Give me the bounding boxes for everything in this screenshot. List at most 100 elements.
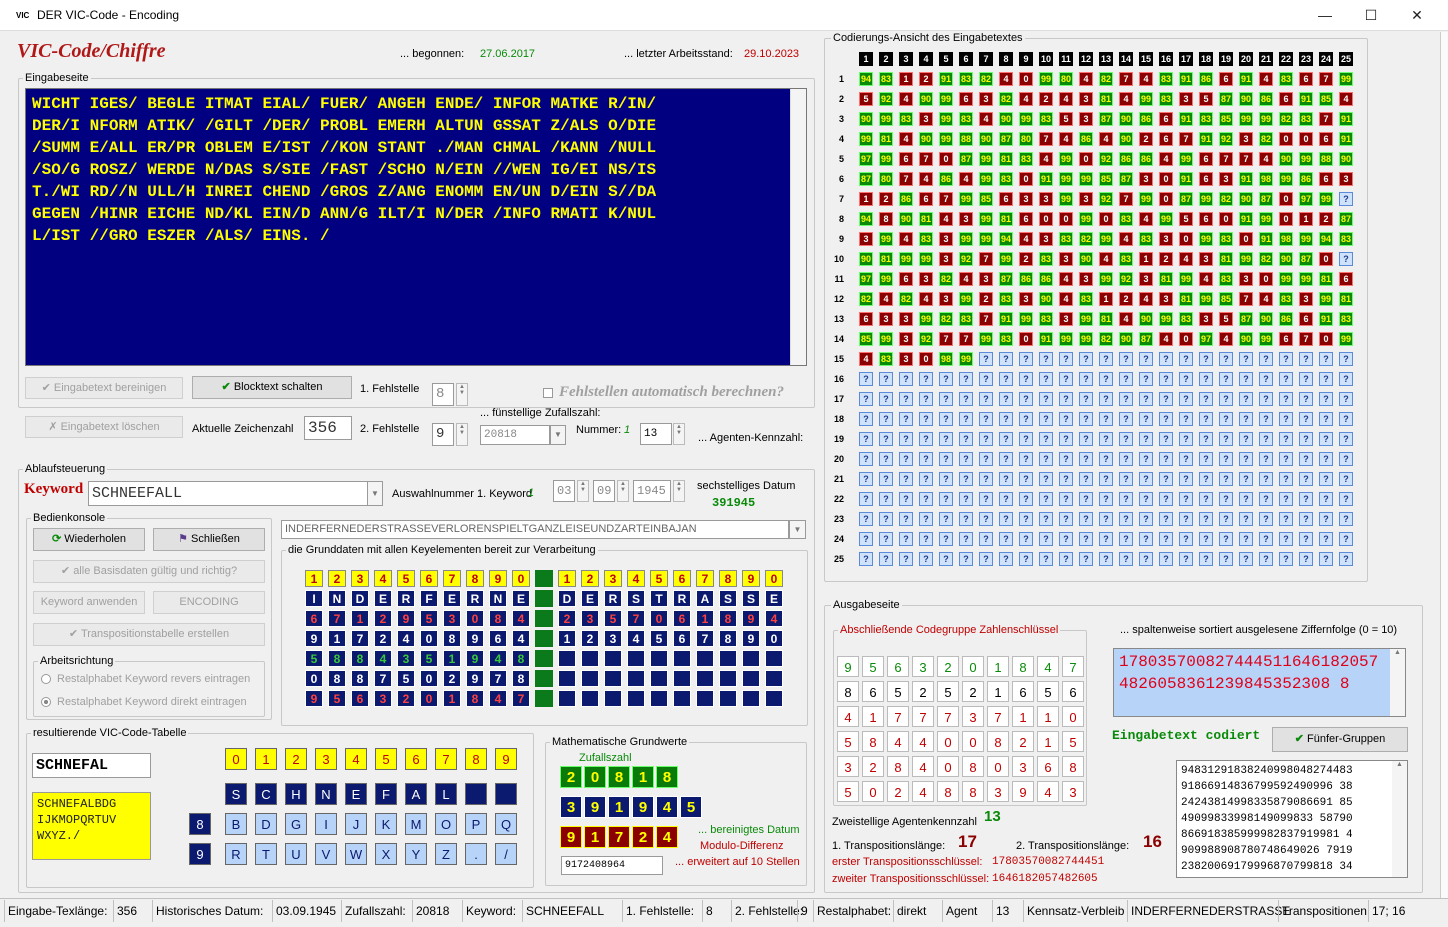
coding-cell: 90 xyxy=(1279,152,1293,166)
five-groups-textarea[interactable]: 94831291838240998048274483 91866914836799… xyxy=(1176,760,1408,878)
error2-spinner[interactable]: ▲ ▼ xyxy=(456,423,468,446)
chevron-down-icon[interactable]: ▼ xyxy=(550,425,566,445)
delete-input-button[interactable]: ✗ Eingabetext löschen xyxy=(25,416,183,438)
clean-input-button[interactable]: ✔ Eingabetext bereinigen xyxy=(25,377,183,399)
unknown-cell: ? xyxy=(1279,352,1293,366)
basedata-cell: 0 xyxy=(420,690,438,707)
final-cell: 3 xyxy=(912,656,934,677)
coding-cell: 4 xyxy=(1039,152,1053,166)
random-combo[interactable]: 20818 xyxy=(480,425,550,445)
basedata-cell: 7 xyxy=(443,570,461,587)
input-scrollbar[interactable] xyxy=(790,89,806,365)
unknown-cell: ? xyxy=(1299,552,1313,566)
unknown-cell: ? xyxy=(1299,452,1313,466)
error1-spinner[interactable]: ▲ ▼ xyxy=(456,383,468,406)
date-code: 391945 xyxy=(712,496,756,510)
coding-cell: 0 xyxy=(1079,152,1093,166)
radio-direct[interactable]: Restalphabet Keyword direkt eintragen xyxy=(41,696,247,708)
agent-field[interactable]: 13 xyxy=(640,423,672,445)
date-day-spinner[interactable]: ▲ ▼ xyxy=(577,480,589,502)
keyword-combo[interactable]: SCHNEEFALL xyxy=(88,481,368,506)
victable-keyword: SCHNEFAL xyxy=(32,753,151,778)
basedata-cell xyxy=(673,650,691,667)
unknown-cell: ? xyxy=(1179,512,1193,526)
auto-error-checkbox[interactable]: Fehlstellen automatisch berechnen? xyxy=(543,384,784,401)
create-transposition-button[interactable]: ✔ Transpositionstabelle erstellen xyxy=(33,623,265,646)
t1-value: 17 xyxy=(958,832,977,851)
coding-cell: 82 xyxy=(1259,252,1273,266)
basedata-cell: 2 xyxy=(558,610,576,627)
unknown-cell: ? xyxy=(1199,412,1213,426)
final-cell: 7 xyxy=(887,706,909,727)
groups-scrollbar[interactable]: ▲ xyxy=(1392,761,1407,877)
agent-spinner[interactable]: ▲ ▼ xyxy=(673,423,685,445)
coding-header-cell: 18 xyxy=(1199,52,1213,66)
unknown-cell: ? xyxy=(1219,432,1233,446)
coding-cell: 99 xyxy=(979,212,993,226)
unknown-cell: ? xyxy=(1299,512,1313,526)
unknown-cell: ? xyxy=(1159,432,1173,446)
victable-cell: F xyxy=(375,783,397,805)
unknown-cell: ? xyxy=(1079,512,1093,526)
coding-cell: 87 xyxy=(1099,112,1113,126)
date-year-field[interactable]: 1945 xyxy=(633,480,671,502)
coding-row-number: 18 xyxy=(833,414,844,424)
sorted-scrollbar[interactable]: ▲ xyxy=(1390,649,1405,716)
radio-reverse[interactable]: Restalphabet Keyword revers eintragen xyxy=(41,673,250,685)
coding-cell: 83 xyxy=(999,292,1013,306)
repeat-button[interactable]: ⟳ Wiederholen xyxy=(33,528,145,551)
block-text-button[interactable]: ✔ Blocktext schalten xyxy=(192,376,352,399)
unknown-cell: ? xyxy=(1219,352,1233,366)
coding-cell: 2 xyxy=(1139,132,1153,146)
five-groups-button[interactable]: ✔ Fünfer-Gruppen xyxy=(1272,727,1408,752)
chevron-down-icon[interactable]: ▼ xyxy=(367,481,383,506)
final-cell: 8 xyxy=(987,731,1009,752)
apply-keyword-button[interactable]: Keyword anwenden xyxy=(33,591,145,614)
unknown-cell: ? xyxy=(1319,392,1333,406)
close-button[interactable]: ⚑ Schließen xyxy=(153,528,265,551)
close-window-button[interactable]: ✕ xyxy=(1394,0,1440,31)
maximize-button[interactable]: ☐ xyxy=(1348,0,1394,31)
basedata-cell xyxy=(604,670,622,687)
unknown-cell: ? xyxy=(999,512,1013,526)
encoding-button[interactable]: ENCODING xyxy=(153,591,265,614)
coding-cell: 99 xyxy=(1059,192,1073,206)
coding-cell: 6 xyxy=(1319,132,1333,146)
coding-row-number: 17 xyxy=(833,394,844,404)
coding-cell: 4 xyxy=(899,232,913,246)
date-day-field[interactable]: 03 xyxy=(553,480,575,502)
coding-cell: 86 xyxy=(939,172,953,186)
coding-cell: 83 xyxy=(1079,292,1093,306)
keyword-label: Keyword xyxy=(24,481,84,497)
victable-cell: K xyxy=(375,813,397,835)
unknown-cell: ? xyxy=(1059,412,1073,426)
victable-cell: W xyxy=(345,843,367,865)
victable-cell: Q xyxy=(495,813,517,835)
coding-cell: 99 xyxy=(979,172,993,186)
coding-row-number: 24 xyxy=(833,534,844,544)
error2-field[interactable]: 9 xyxy=(432,423,454,446)
date-month-field[interactable]: 09 xyxy=(593,480,615,502)
input-textarea[interactable]: WICHT IGES/ BEGLE ITMAT EIAL/ FUER/ ANGE… xyxy=(25,88,807,366)
basedata-cell: 9 xyxy=(397,610,415,627)
final-cell: 4 xyxy=(912,731,934,752)
coding-header-cell: 24 xyxy=(1319,52,1333,66)
phrase-combo[interactable]: INDERFERNEDERSTRASSEVERLORENSPIELTGANZLE… xyxy=(281,520,789,539)
coding-cell: 3 xyxy=(939,252,953,266)
check-basedata-button[interactable]: ✔ alle Basisdaten gültig und richtig? xyxy=(33,560,265,583)
date-year-spinner[interactable]: ▲ ▼ xyxy=(673,480,685,502)
coding-cell: 4 xyxy=(1099,252,1113,266)
error1-field[interactable]: 8 xyxy=(432,383,454,406)
cleaned-label: ... bereinigtes Datum xyxy=(698,824,800,836)
minimize-button[interactable]: — xyxy=(1302,0,1348,31)
final-cell: 0 xyxy=(987,756,1009,777)
unknown-cell: ? xyxy=(979,492,993,506)
chevron-down-icon[interactable]: ▼ xyxy=(789,520,806,539)
date-month-spinner[interactable]: ▲ ▼ xyxy=(617,480,629,502)
coding-row-number: 9 xyxy=(838,234,844,244)
basedata-cell: 3 xyxy=(604,630,622,647)
extended-field: 9172408964 xyxy=(561,856,663,875)
coding-cell: 7 xyxy=(959,332,973,346)
coding-cell: 4 xyxy=(1219,332,1233,346)
unknown-cell: ? xyxy=(959,512,973,526)
